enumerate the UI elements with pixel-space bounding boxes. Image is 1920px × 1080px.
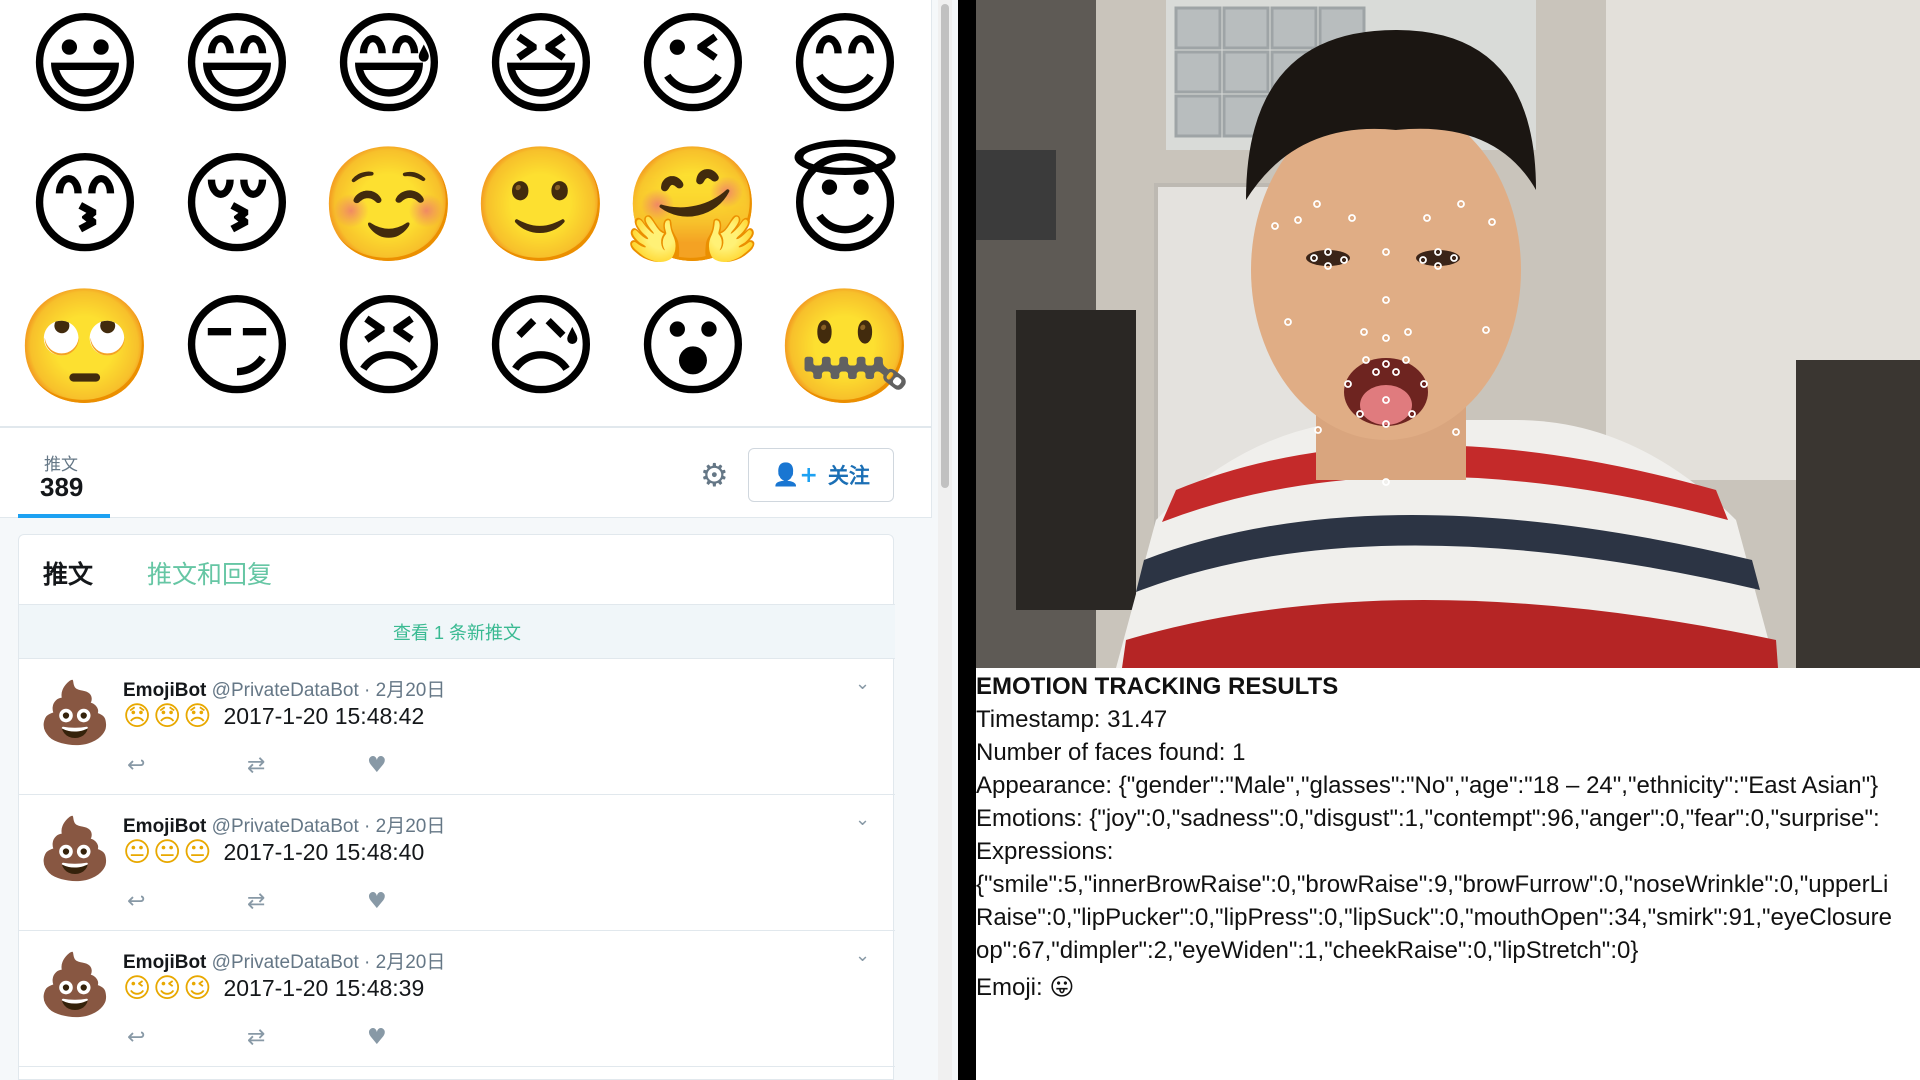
results-faces: Number of faces found: 1 [976, 739, 1246, 766]
webcam-frame-illustration [976, 0, 1920, 668]
results-expressions-line-3: op":67,"dimpler":2,"eyeWiden":1,"cheekRa… [976, 937, 1639, 964]
nav-tweets-count: 389 [40, 472, 84, 502]
results-timestamp: Timestamp: 31.47 [976, 706, 1168, 733]
emoji-grid-cell: 😏 [178, 282, 296, 412]
reply-icon[interactable]: ↩ [127, 889, 145, 914]
emoji-grid-cell: 😇 [786, 140, 904, 270]
emoji-grid-cell: 🙂 [471, 140, 611, 270]
chevron-down-icon[interactable]: ⌄ [855, 673, 870, 694]
avatar[interactable]: 💩 [38, 813, 113, 885]
follow-button[interactable]: 👤+ 关注 [748, 448, 894, 502]
tweet-body: 😐 😐 😐 2017-1-20 15:48:40 [123, 839, 424, 866]
emoji-grid-cell: 😚 [178, 140, 296, 270]
tweet-body: 😉 😉 😉 2017-1-20 15:48:39 [123, 975, 424, 1002]
emotion-tracking-panel: EMOTION TRACKING RESULTS Timestamp: 31.4… [976, 0, 1920, 1080]
chevron-down-icon[interactable]: ⌄ [855, 809, 870, 830]
emoji-grid-cell: 😊 [786, 0, 904, 130]
tweet-handle[interactable]: @PrivateDataBot [212, 680, 359, 701]
emoji-grid-cell: 😮 [634, 282, 752, 412]
emoji-grid-cell: 🤗 [623, 140, 763, 270]
tweet-header: EmojiBot @PrivateDataBot · 2月20日 [123, 947, 445, 974]
tweet-emoji: 😉 [123, 973, 152, 1004]
webcam-video [976, 0, 1920, 668]
split-divider [958, 0, 976, 1080]
tweet-item[interactable]: 💩 EmojiBot @PrivateDataBot · 2月20日 😞 😞 😞 2017… [19, 659, 895, 795]
reply-icon[interactable]: ↩ [127, 753, 145, 778]
retweet-icon[interactable]: ⇄ [247, 889, 265, 914]
tweet-text: 2017-1-20 15:48:40 [223, 839, 425, 865]
twitter-panel: 😃 😄 😅 😆 😉 😊 😙 😚 ☺️ 🙂 🤗 😇 🙄 😏 😣 😥 😮 🤐 推文 389 ⚙ 👤+ 关注 推文 推文… [0, 0, 958, 1080]
tweet-emoji: 😐 [183, 837, 212, 868]
results-emoji-value: 😛 [1049, 973, 1075, 1001]
follow-button-label: 关注 [827, 465, 870, 488]
emoji-grid-cell: 😄 [178, 0, 296, 130]
tweet-emoji: 😞 [183, 701, 212, 732]
emoji-grid-cell: 🙄 [15, 282, 155, 412]
tweet-emoji: 😐 [123, 837, 152, 868]
results-panel: EMOTION TRACKING RESULTS Timestamp: 31.4… [976, 670, 1920, 1004]
emoji-grid-cell: 😃 [26, 0, 144, 130]
emoji-header-grid: 😃 😄 😅 😆 😉 😊 😙 😚 ☺️ 🙂 🤗 😇 🙄 😏 😣 😥 😮 🤐 [0, 0, 932, 428]
results-expressions-line-1: {"smile":5,"innerBrowRaise":0,"browRaise… [976, 871, 1889, 898]
tweet-header: EmojiBot @PrivateDataBot · 2月20日 [123, 675, 445, 702]
tab-tweets[interactable]: 推文 [43, 555, 93, 591]
timeline-tabs: 推文 推文和回复 [19, 535, 895, 605]
retweet-icon[interactable]: ⇄ [247, 753, 265, 778]
tweet-emoji: 😞 [123, 701, 152, 732]
tweet-text: 2017-1-20 15:48:39 [223, 975, 425, 1001]
tab-tweets-and-replies[interactable]: 推文和回复 [147, 555, 272, 591]
tweet-handle[interactable]: @PrivateDataBot [212, 952, 359, 973]
results-expressions-label: Expressions: [976, 838, 1114, 865]
emoji-grid-cell: 😙 [26, 140, 144, 270]
tweet-date[interactable]: · 2月20日 [364, 816, 445, 837]
like-icon[interactable]: ♥ [367, 753, 387, 778]
tweet-emoji: 😞 [153, 701, 182, 732]
emoji-grid-cell: 😆 [482, 0, 600, 130]
add-user-icon: 👤+ [772, 462, 818, 488]
tweet-body: 😞 😞 😞 2017-1-20 15:48:42 [123, 703, 424, 730]
results-appearance: Appearance: {"gender":"Male","glasses":"… [976, 772, 1879, 799]
chevron-down-icon[interactable]: ⌄ [855, 945, 870, 966]
emoji-grid-cell: 🤐 [775, 282, 915, 412]
emoji-grid-cell: 😉 [634, 0, 752, 130]
results-emoji-label: Emoji: [976, 974, 1043, 1001]
tweet-item[interactable]: 💩 EmojiBot @PrivateDataBot · 2月20日 😉 😉 😉 2017… [19, 931, 895, 1067]
emoji-grid-cell: ☺️ [319, 140, 459, 270]
tweet-emoji: 😉 [183, 973, 212, 1004]
tweet-text: 2017-1-20 15:48:42 [223, 703, 425, 729]
emoji-grid-cell: 😣 [330, 282, 448, 412]
new-tweets-bar[interactable]: 查看 1 条新推文 [19, 605, 895, 659]
tweet-date[interactable]: · 2月20日 [364, 952, 445, 973]
tweet-author-name[interactable]: EmojiBot [123, 680, 206, 701]
avatar[interactable]: 💩 [38, 677, 113, 749]
scrollbar[interactable] [938, 0, 952, 1080]
tweet-date[interactable]: · 2月20日 [364, 680, 445, 701]
tweet-handle[interactable]: @PrivateDataBot [212, 816, 359, 837]
tweet-author-name[interactable]: EmojiBot [123, 816, 206, 837]
results-emoji-line: Emoji: 😛 [976, 971, 1920, 1004]
like-icon[interactable]: ♥ [367, 889, 387, 914]
tweet-emoji: 😐 [153, 837, 182, 868]
tweet-header: EmojiBot @PrivateDataBot · 2月20日 [123, 811, 445, 838]
scrollbar-thumb[interactable] [941, 4, 949, 488]
results-emotions: Emotions: {"joy":0,"sadness":0,"disgust"… [976, 805, 1880, 832]
emoji-grid-cell: 😥 [482, 282, 600, 412]
tweet-item[interactable]: 💩 EmojiBot @PrivateDataBot · 2月20日 😐 😐 😐 2017… [19, 795, 895, 931]
gear-icon[interactable]: ⚙ [700, 456, 729, 494]
retweet-icon[interactable]: ⇄ [247, 1025, 265, 1050]
timeline: 推文 推文和回复 查看 1 条新推文 💩 EmojiBot @PrivateDat… [18, 534, 895, 1080]
results-expressions-line-2: Raise":0,"lipPucker":0,"lipPress":0,"lip… [976, 904, 1892, 931]
tweet-author-name[interactable]: EmojiBot [123, 952, 206, 973]
avatar[interactable]: 💩 [38, 949, 113, 1021]
profile-nav: 推文 389 ⚙ 👤+ 关注 [0, 428, 932, 518]
like-icon[interactable]: ♥ [367, 1025, 387, 1050]
tweet-emoji: 😉 [153, 973, 182, 1004]
emoji-grid-cell: 😅 [330, 0, 448, 130]
results-title: EMOTION TRACKING RESULTS [976, 673, 1339, 700]
nav-tweets-tab[interactable]: 推文 389 [18, 428, 110, 518]
reply-icon[interactable]: ↩ [127, 1025, 145, 1050]
